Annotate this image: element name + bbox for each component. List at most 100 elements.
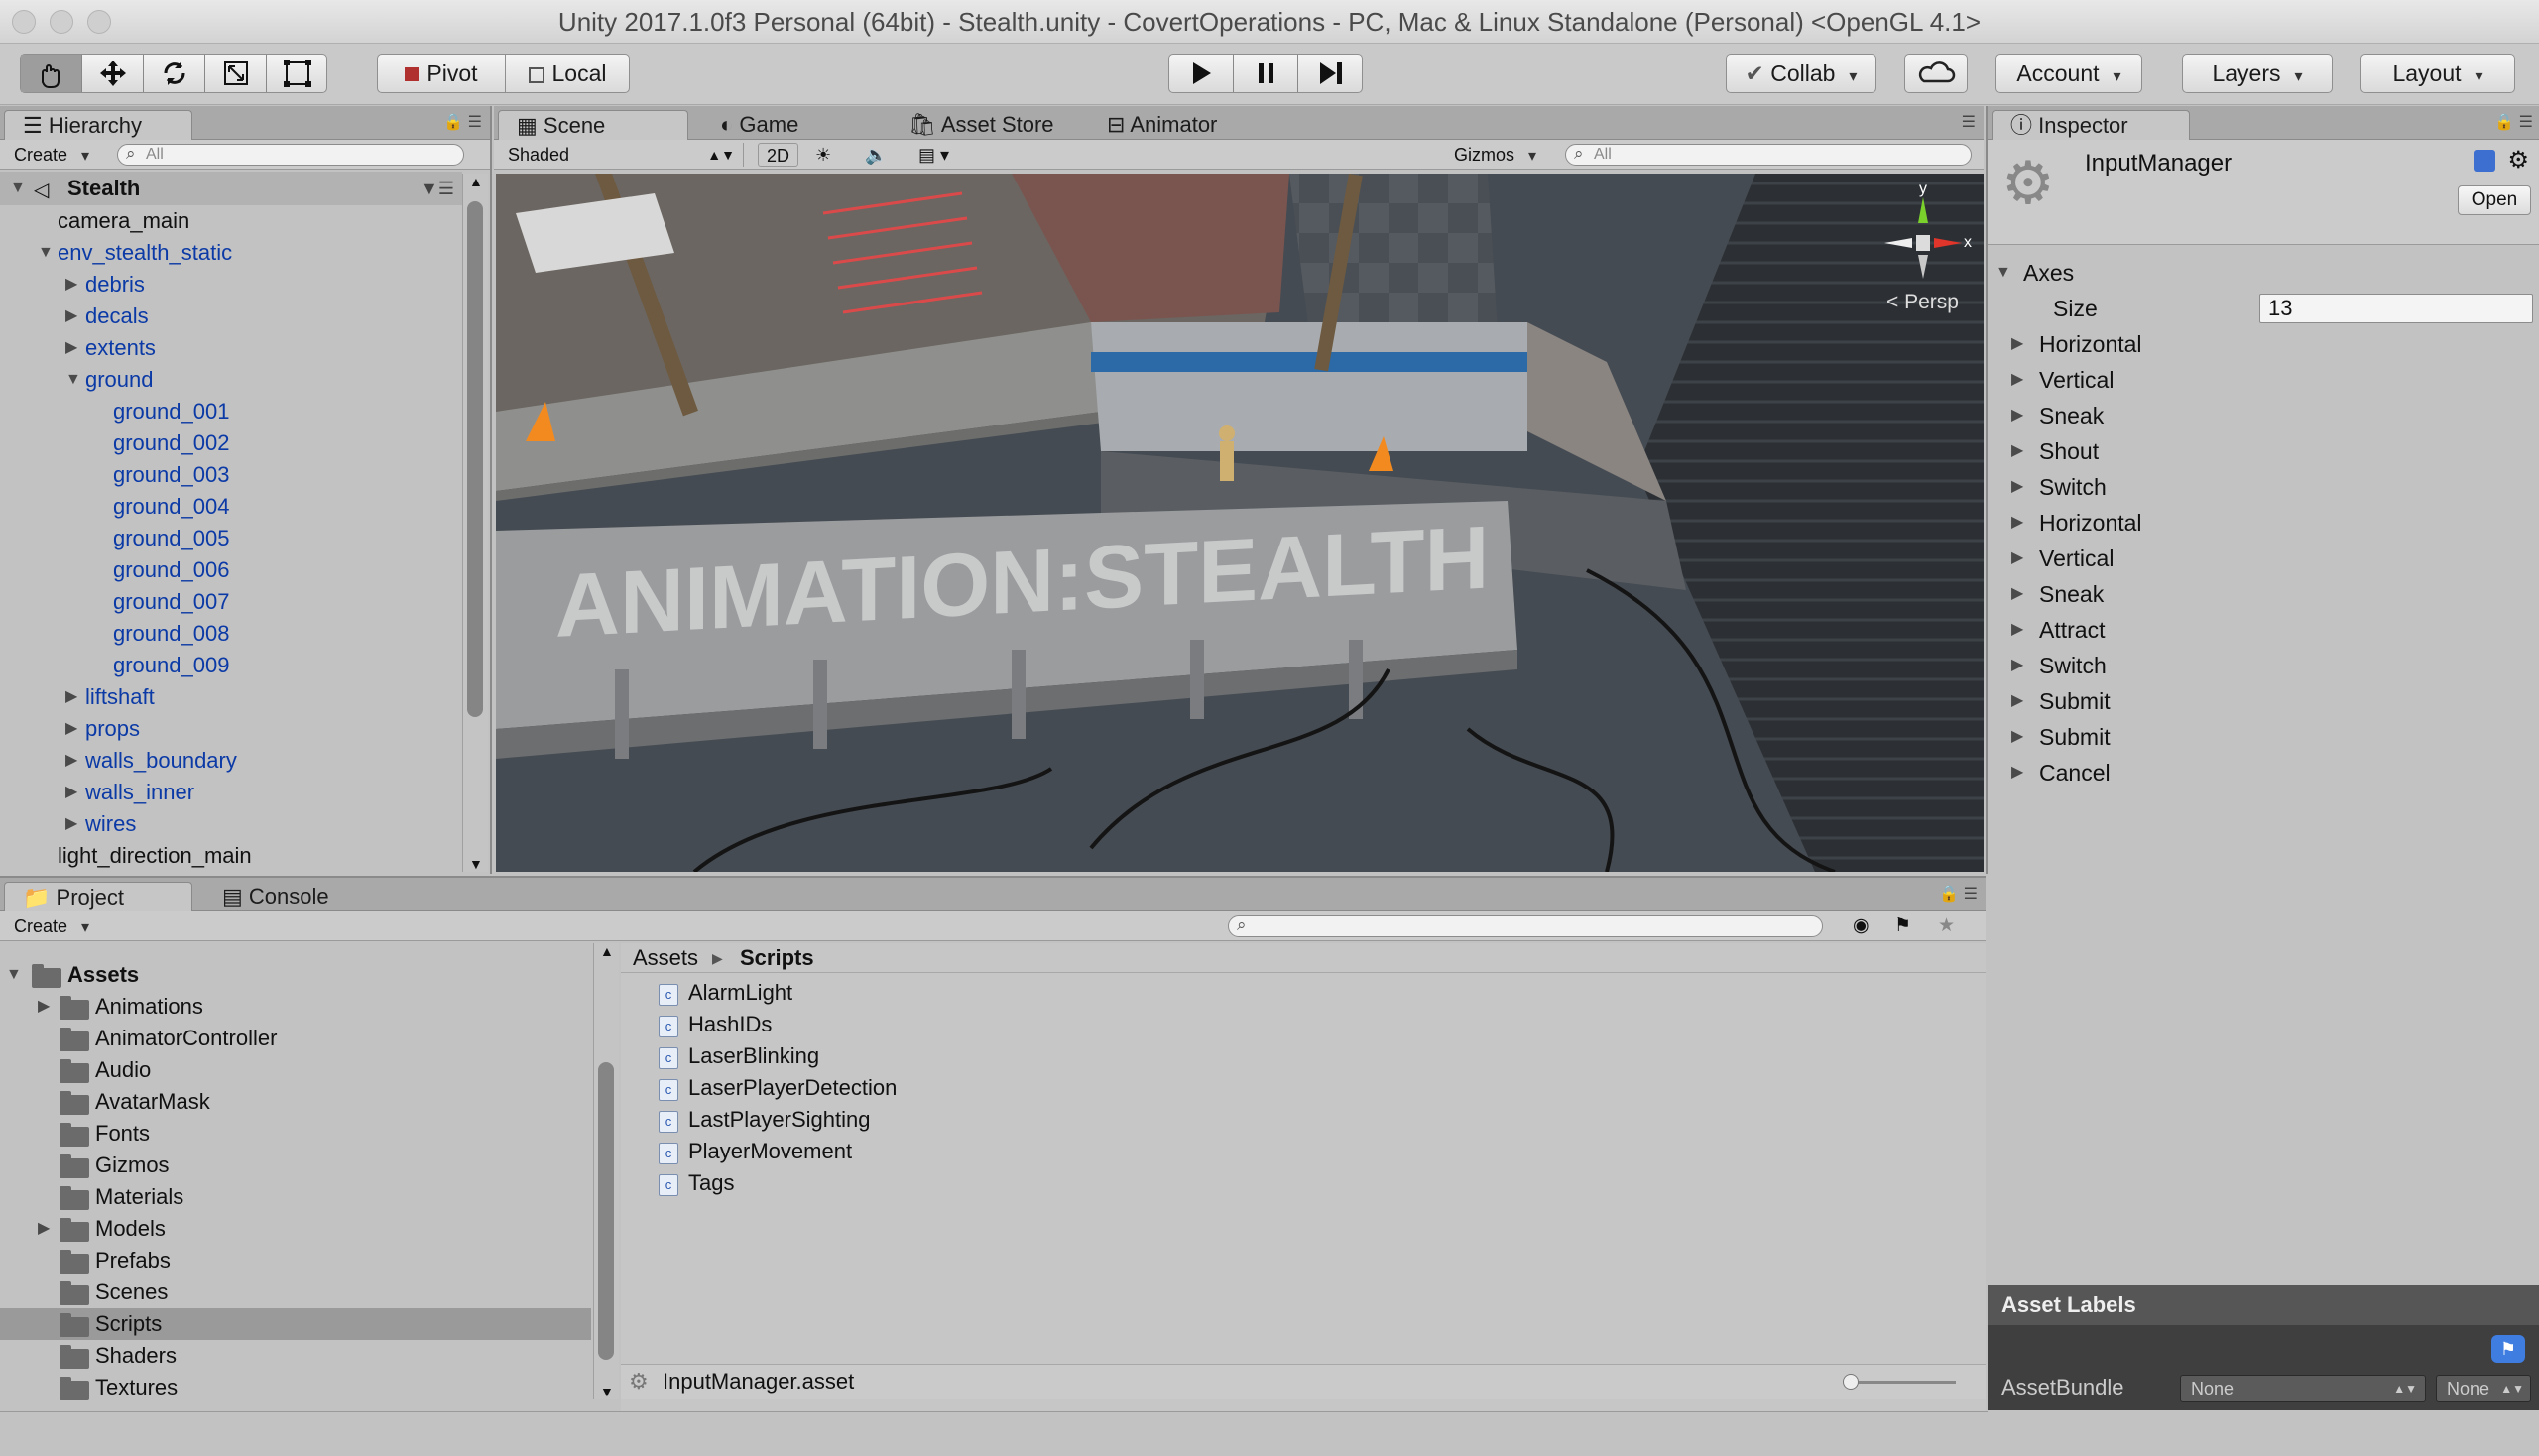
gizmos-dropdown[interactable]: Gizmos	[1446, 143, 1544, 167]
hierarchy-search-input[interactable]: All	[117, 144, 464, 166]
hierarchy-item[interactable]: ground_004	[0, 491, 462, 523]
axis-foldout[interactable]: ▶ Switch	[1988, 469, 2539, 505]
project-menu-icon[interactable]: 🔒 ☰	[1939, 884, 1978, 904]
zoom-window-button[interactable]	[87, 10, 111, 34]
axis-foldout[interactable]: ▶ Submit	[1988, 719, 2539, 755]
label-filter-icon[interactable]: ⚑	[1894, 914, 1911, 937]
folder-item[interactable]: Textures	[0, 1372, 591, 1403]
folder-item[interactable]: Scripts	[0, 1308, 591, 1340]
axis-foldout[interactable]: ▶ Shout	[1988, 433, 2539, 469]
expand-arrow-icon[interactable]: ▼	[65, 364, 81, 396]
pause-button[interactable]	[1234, 55, 1298, 92]
scene-viewport[interactable]: ANIMATION:STEALTH y x < Persp	[496, 174, 1984, 872]
hierarchy-item[interactable]: ▶ liftshaft	[0, 681, 462, 713]
hierarchy-item[interactable]: ground_009	[0, 650, 462, 681]
project-create-button[interactable]: Create	[6, 914, 97, 938]
open-button[interactable]: Open	[2458, 185, 2531, 215]
script-file-item[interactable]: c AlarmLight	[621, 977, 1986, 1009]
collab-dropdown[interactable]: ✔ Collab	[1726, 54, 1876, 93]
hierarchy-item[interactable]: ground_002	[0, 427, 462, 459]
panel-menu-icon[interactable]: 🔒 ☰	[443, 112, 482, 132]
expand-arrow-icon[interactable]: ▶	[65, 713, 77, 745]
axes-foldout[interactable]: ▼ Axes	[1988, 255, 2539, 291]
tab-game[interactable]: ◐ Game	[702, 110, 816, 141]
rotate-tool-button[interactable]	[144, 55, 205, 92]
expand-arrow-icon[interactable]: ▼	[38, 237, 54, 269]
folder-item[interactable]: ▶ Animations	[0, 991, 591, 1023]
inspector-menu-icon[interactable]: 🔒 ☰	[2494, 112, 2533, 132]
play-button[interactable]	[1169, 55, 1234, 92]
breadcrumb-scripts[interactable]: Scripts	[740, 943, 814, 973]
tag-icon[interactable]: ⚑	[2491, 1335, 2525, 1363]
close-window-button[interactable]	[12, 10, 36, 34]
rect-tool-button[interactable]	[267, 55, 328, 92]
hierarchy-item[interactable]: ground_006	[0, 554, 462, 586]
breadcrumb-assets[interactable]: Assets	[633, 943, 698, 973]
hierarchy-item[interactable]: ▶ debris	[0, 269, 462, 301]
axis-foldout[interactable]: ▶ Horizontal	[1988, 505, 2539, 541]
hierarchy-item[interactable]: ▶ props	[0, 713, 462, 745]
layers-dropdown[interactable]: Layers	[2182, 54, 2333, 93]
hierarchy-item[interactable]: ▼ env_stealth_static	[0, 237, 462, 269]
hierarchy-item[interactable]: ▶ wires	[0, 808, 462, 840]
axis-foldout[interactable]: ▶ Vertical	[1988, 541, 2539, 576]
settings-gear-icon[interactable]: ⚙	[2507, 146, 2529, 175]
script-file-item[interactable]: c PlayerMovement	[621, 1136, 1986, 1167]
axis-foldout[interactable]: ▶ Attract	[1988, 612, 2539, 648]
project-tree-scrollbar[interactable]: ▲ ▼	[593, 943, 619, 1399]
tab-asset-store[interactable]: 🛍 Asset Store	[891, 110, 1072, 141]
axis-foldout[interactable]: ▶ Sneak	[1988, 576, 2539, 612]
hierarchy-item[interactable]: ground_001	[0, 396, 462, 427]
axis-foldout[interactable]: ▶ Switch	[1988, 648, 2539, 683]
hand-tool-button[interactable]	[21, 55, 82, 92]
folder-item[interactable]: AvatarMask	[0, 1086, 591, 1118]
folder-item[interactable]: AnimatorController	[0, 1023, 591, 1054]
persp-label[interactable]: < Persp	[1886, 291, 1959, 314]
tab-project[interactable]: 📁 Project	[4, 882, 192, 912]
hierarchy-item[interactable]: ground_007	[0, 586, 462, 618]
expand-arrow-icon[interactable]: ▶	[65, 301, 77, 332]
hierarchy-item[interactable]: ground_008	[0, 618, 462, 650]
minimize-window-button[interactable]	[50, 10, 73, 34]
scene-search-input[interactable]: All	[1565, 144, 1972, 166]
tab-console[interactable]: ▤ Console	[204, 882, 347, 912]
axis-foldout[interactable]: ▶ Vertical	[1988, 362, 2539, 398]
hierarchy-item[interactable]: light_direction_main	[0, 840, 462, 872]
expand-arrow-icon[interactable]: ▶	[65, 745, 77, 777]
folder-item[interactable]: Materials	[0, 1181, 591, 1213]
axis-foldout[interactable]: ▶ Horizontal	[1988, 326, 2539, 362]
axis-foldout[interactable]: ▶ Submit	[1988, 683, 2539, 719]
expand-arrow-icon[interactable]: ▶	[38, 1213, 50, 1245]
axis-foldout[interactable]: ▶ Cancel	[1988, 755, 2539, 790]
local-toggle[interactable]: Local	[505, 54, 630, 93]
scene-panel-menu-icon[interactable]: ☰	[1962, 112, 1976, 132]
folder-item[interactable]: ▶ Models	[0, 1213, 591, 1245]
scroll-down-icon[interactable]: ▼	[600, 1384, 614, 1399]
pivot-toggle[interactable]: Pivot	[377, 54, 506, 93]
script-file-item[interactable]: c HashIDs	[621, 1009, 1986, 1040]
tab-inspector[interactable]: ⓘ Inspector	[1992, 110, 2190, 141]
layout-dropdown[interactable]: Layout	[2360, 54, 2515, 93]
2d-toggle[interactable]: 2D	[758, 143, 799, 167]
slider-handle[interactable]	[1843, 1374, 1859, 1390]
hierarchy-item[interactable]: ground_005	[0, 523, 462, 554]
favorite-star-icon[interactable]: ★	[1938, 914, 1955, 937]
scrollbar-thumb[interactable]	[467, 201, 483, 717]
hierarchy-item[interactable]: ▼ ground	[0, 364, 462, 396]
scene-header-row[interactable]: ▼ ◁ Stealth ▼☰	[0, 172, 462, 205]
help-book-icon[interactable]	[2474, 150, 2495, 172]
script-file-item[interactable]: c Tags	[621, 1167, 1986, 1199]
scene-gizmo[interactable]: y x < Persp	[1874, 181, 1974, 313]
axis-foldout[interactable]: ▶ Sneak	[1988, 398, 2539, 433]
script-file-item[interactable]: c LastPlayerSighting	[621, 1104, 1986, 1136]
folder-item[interactable]: Gizmos	[0, 1150, 591, 1181]
tab-animator[interactable]: ⊟ Animator	[1089, 110, 1235, 141]
assetbundle-variant-dropdown[interactable]: None ▲▼	[2436, 1375, 2531, 1402]
hierarchy-item[interactable]: ▶ walls_inner	[0, 777, 462, 808]
script-file-item[interactable]: c LaserPlayerDetection	[621, 1072, 1986, 1104]
hierarchy-item[interactable]: ▶ walls_boundary	[0, 745, 462, 777]
scroll-up-icon[interactable]: ▲	[600, 943, 614, 959]
project-search-input[interactable]	[1228, 915, 1823, 937]
cloud-button[interactable]	[1904, 54, 1968, 93]
shading-mode-dropdown[interactable]: Shaded ▲▼	[500, 143, 744, 167]
